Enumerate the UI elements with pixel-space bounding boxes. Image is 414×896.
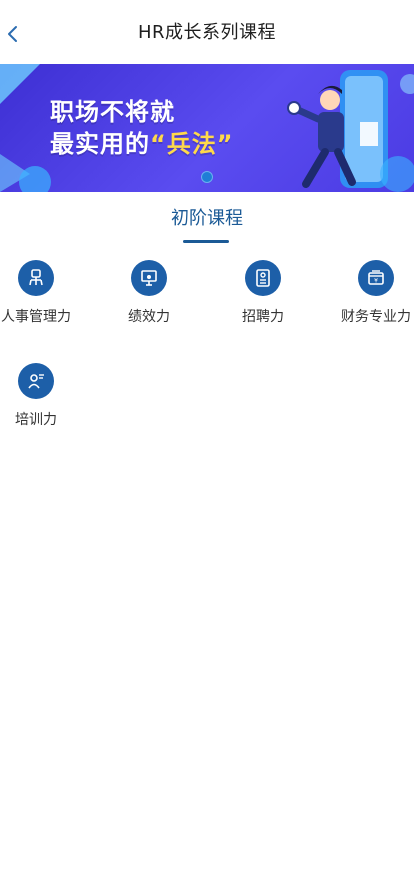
resume-icon (245, 260, 281, 296)
course-item-hr-management[interactable]: 人事管理力 (0, 260, 86, 340)
cash-register-icon: ¥ (358, 260, 394, 296)
banner-line2: 最实用的“兵法” (50, 128, 234, 160)
course-item-performance[interactable]: 绩效力 (99, 260, 199, 340)
banner-line1: 职场不将就 (50, 98, 175, 126)
course-label: 招聘力 (242, 309, 284, 325)
banner-line2-prefix: 最实用的 (50, 130, 150, 158)
org-chart-icon (18, 260, 54, 296)
carousel-dot-active[interactable] (201, 171, 213, 183)
section-title: 初阶课程 (171, 208, 243, 229)
course-label: 培训力 (15, 412, 57, 428)
svg-text:¥: ¥ (374, 278, 378, 285)
banner-line2-highlight: “兵法” (150, 130, 234, 158)
header-bar: HR成长系列课程 (0, 0, 414, 64)
banner-slogan: 职场不将就 最实用的“兵法” (50, 96, 234, 160)
course-item-finance[interactable]: ¥ 财务专业力 (326, 260, 414, 340)
course-label: 人事管理力 (1, 309, 71, 325)
course-label: 绩效力 (128, 309, 170, 325)
section-underline (183, 240, 229, 243)
course-label: 财务专业力 (341, 309, 411, 325)
trainer-icon (18, 363, 54, 399)
course-item-recruitment[interactable]: 招聘力 (213, 260, 313, 340)
page-title: HR成长系列课程 (137, 22, 277, 43)
carousel-indicator[interactable] (201, 171, 213, 183)
course-item-training[interactable]: 培训力 (0, 363, 86, 443)
presentation-board-icon (131, 260, 167, 296)
